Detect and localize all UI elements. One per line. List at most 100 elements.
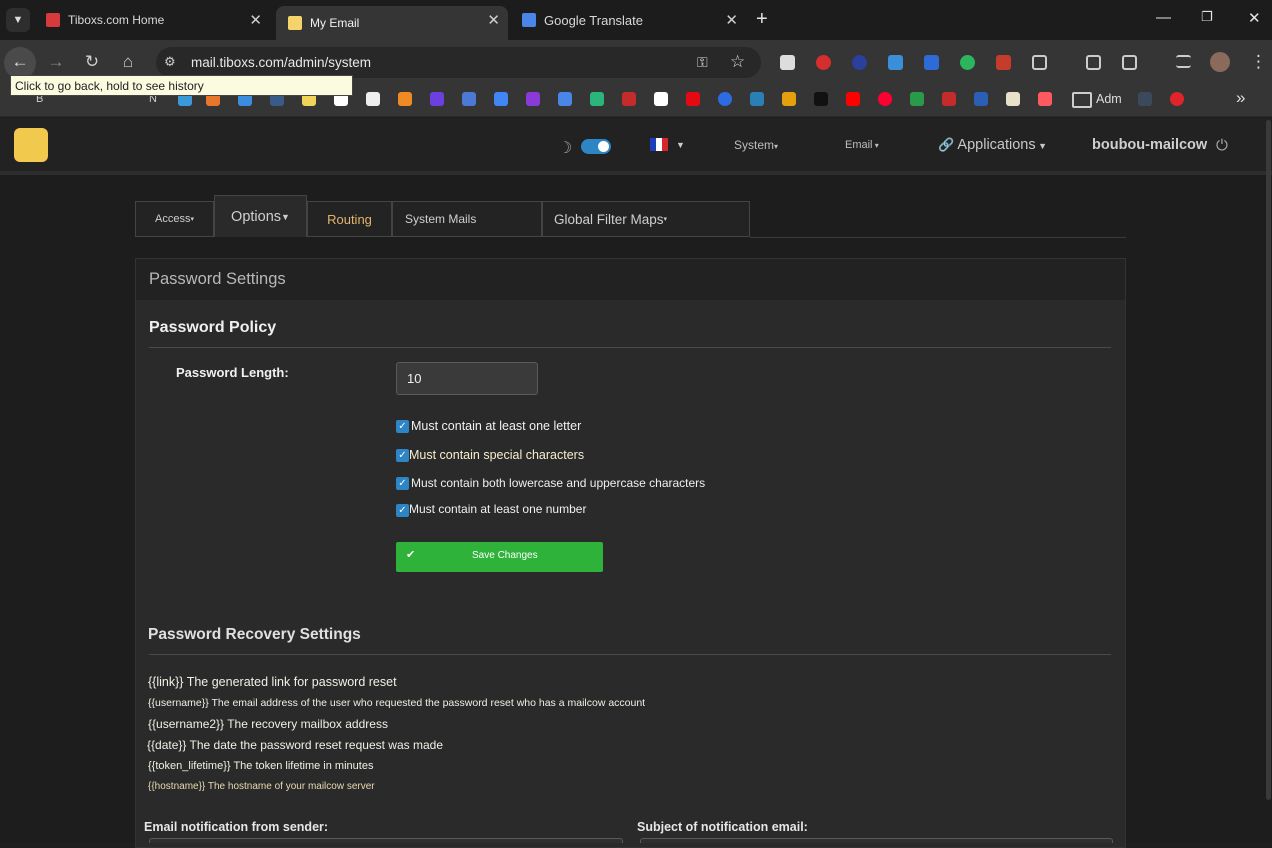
french-flag-icon[interactable]: [650, 138, 668, 151]
netflix-bookmark-icon[interactable]: [686, 92, 700, 106]
more-bookmarks-icon[interactable]: »: [1236, 88, 1245, 108]
language-caret-icon[interactable]: ▼: [676, 140, 685, 150]
media-queue-icon[interactable]: [1176, 55, 1191, 68]
tab-search-button[interactable]: ▼: [6, 8, 30, 32]
bookmark-icon[interactable]: [1006, 92, 1020, 106]
close-icon[interactable]: ✕: [725, 11, 738, 29]
checkbox-letter[interactable]: ✓: [396, 420, 409, 433]
bookmark-icon[interactable]: [750, 92, 764, 106]
pen-extension-icon[interactable]: [924, 55, 939, 70]
tab-global-filter-maps[interactable]: Global Filter Maps ▾: [542, 201, 750, 237]
tab-options-label: Options: [231, 208, 282, 225]
eu-extension-icon[interactable]: [852, 55, 867, 70]
bookmark-icon[interactable]: [1138, 92, 1152, 106]
minimize-button[interactable]: —: [1156, 9, 1171, 26]
tab-google-translate[interactable]: Google Translate ✕: [510, 6, 746, 34]
screenshot-icon[interactable]: [1122, 55, 1137, 70]
tab-options[interactable]: Options ▼: [214, 195, 307, 237]
logout-icon[interactable]: ⏻: [1216, 137, 1228, 154]
back-tooltip: Click to go back, hold to see history: [10, 75, 353, 96]
var-key: {{username}}: [148, 697, 209, 709]
bookmark-icon[interactable]: [526, 92, 540, 106]
system-menu[interactable]: System▾: [734, 138, 778, 152]
panel-title: Password Settings: [149, 270, 286, 288]
password-key-icon[interactable]: ⚿: [697, 54, 708, 71]
sender-input[interactable]: [149, 838, 623, 843]
bookmark-icon[interactable]: [974, 92, 988, 106]
var-key: {{username2}}: [148, 717, 225, 731]
ytmusic-bookmark-icon[interactable]: [878, 92, 892, 106]
bookmark-folder-adm[interactable]: Adm: [1096, 92, 1122, 106]
browser-menu-icon[interactable]: ⋮: [1250, 52, 1267, 72]
lock-extension-icon[interactable]: [888, 55, 903, 70]
tab-my-email[interactable]: My Email ✕: [276, 6, 508, 40]
plex-bookmark-icon[interactable]: [782, 92, 796, 106]
bookmark-icon[interactable]: [494, 92, 508, 106]
youtube-bookmark-icon[interactable]: [846, 92, 860, 106]
airbnb-bookmark-icon[interactable]: [1038, 92, 1052, 106]
applications-menu[interactable]: 🔗 Applications ▼: [938, 137, 1047, 153]
reload-icon[interactable]: ↻: [80, 52, 104, 72]
subject-input[interactable]: [640, 838, 1113, 843]
mailcow-logo[interactable]: [14, 128, 48, 162]
restore-button[interactable]: ❐: [1201, 9, 1213, 25]
dark-mode-toggle[interactable]: [581, 139, 611, 154]
tab-routing[interactable]: Routing: [307, 201, 392, 237]
password-length-input[interactable]: 10: [396, 362, 538, 395]
var-desc: The email address of the user who reques…: [211, 697, 646, 709]
bookmark-icon[interactable]: [942, 92, 956, 106]
bookmark-icon[interactable]: [910, 92, 924, 106]
bookmark-icon[interactable]: [654, 92, 668, 106]
page-scrollbar[interactable]: [1266, 120, 1271, 800]
checkbox-number[interactable]: ✓: [396, 504, 409, 517]
email-menu-label: Email: [845, 139, 873, 151]
bars-extension-icon[interactable]: [996, 55, 1011, 70]
recovery-divider: [149, 654, 1111, 655]
tab-title: Tiboxs.com Home: [68, 13, 165, 27]
tab-access[interactable]: Access ▾: [135, 201, 214, 237]
refresh-extension-icon[interactable]: [960, 55, 975, 70]
profile-avatar[interactable]: [1210, 52, 1230, 72]
bookmark-icon[interactable]: [366, 92, 380, 106]
appletv-bookmark-icon[interactable]: [814, 92, 828, 106]
system-menu-label: System: [734, 138, 775, 152]
bookmark-icon[interactable]: [1170, 92, 1184, 106]
close-icon[interactable]: ✕: [249, 11, 262, 29]
folder-icon[interactable]: [1072, 92, 1092, 108]
var-desc: The date the password reset request was …: [189, 738, 443, 752]
home-icon[interactable]: ⌂: [116, 52, 140, 72]
bookmark-star-icon[interactable]: ☆: [730, 52, 745, 72]
recovery-var-username2: {{username2}} The recovery mailbox addre…: [148, 717, 388, 731]
new-tab-button[interactable]: +: [756, 8, 768, 31]
bookmark-icon[interactable]: [622, 92, 636, 106]
email-menu[interactable]: Email ▾: [845, 139, 879, 151]
var-desc: The generated link for password reset: [186, 675, 397, 689]
translate-bookmark-icon[interactable]: [558, 92, 572, 106]
tab-system-mails[interactable]: System Mails: [392, 201, 542, 237]
mail-favicon-icon: [288, 16, 302, 30]
bookmark-icon[interactable]: [398, 92, 412, 106]
save-changes-label: Save Changes: [472, 550, 538, 561]
bookmark-icon[interactable]: [430, 92, 444, 106]
forward-icon[interactable]: →: [44, 52, 68, 72]
checkbox-special-label: Must contain special characters: [409, 448, 585, 462]
close-icon[interactable]: ✕: [487, 11, 500, 29]
adblock-extension-icon[interactable]: [816, 55, 831, 70]
qr-extension-icon[interactable]: [780, 55, 795, 70]
checkbox-special[interactable]: ✓: [396, 449, 409, 462]
reading-list-icon[interactable]: [1086, 55, 1101, 70]
password-length-value: 10: [407, 371, 422, 386]
recovery-var-date: {{date}} The date the password reset req…: [147, 738, 443, 752]
puzzle-extensions-icon[interactable]: [1032, 55, 1047, 70]
checkbox-number-label: Must contain at least one number: [409, 502, 587, 516]
tab-tiboxs-home[interactable]: Tiboxs.com Home ✕: [34, 6, 270, 34]
var-key: {{date}}: [147, 738, 187, 752]
checkbox-case[interactable]: ✓: [396, 477, 409, 490]
bookmark-icon[interactable]: [590, 92, 604, 106]
site-info-icon[interactable]: ⚙: [164, 54, 176, 70]
window-close-button[interactable]: ✕: [1248, 9, 1261, 27]
bookmark-icon[interactable]: [462, 92, 476, 106]
bookmark-icon[interactable]: [718, 92, 732, 106]
policy-divider: [149, 347, 1111, 348]
save-changes-button[interactable]: ✔ Save Changes: [396, 542, 603, 572]
